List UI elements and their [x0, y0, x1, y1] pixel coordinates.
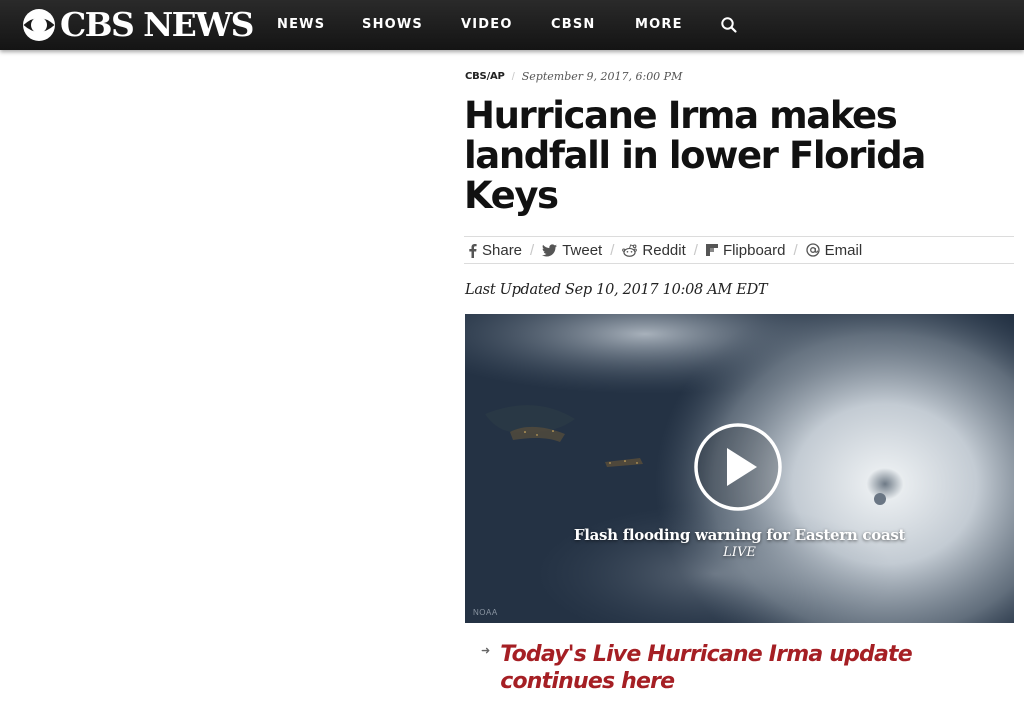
nav-shows[interactable]: SHOWS: [362, 17, 423, 32]
share-facebook-button[interactable]: Share: [468, 242, 522, 259]
play-icon[interactable]: [693, 422, 783, 512]
nav-news[interactable]: NEWS: [277, 17, 325, 32]
share-email-label: Email: [824, 241, 863, 259]
article-date: September 9, 2017, 6:00 PM: [521, 70, 683, 83]
arrow-right-icon: ➜: [481, 645, 491, 657]
share-reddit-label: Reddit: [642, 241, 686, 259]
top-navigation-bar: CBS NEWS NEWS SHOWS VIDEO CBSN MORE: [0, 0, 1024, 50]
twitter-icon: [542, 243, 558, 256]
search-icon[interactable]: [720, 16, 738, 34]
video-title: Flash flooding warning for Eastern coast: [573, 526, 906, 544]
nav-cbsn[interactable]: CBSN: [551, 17, 596, 32]
logo-text: CBS NEWS: [60, 5, 254, 44]
share-twitter-label: Tweet: [562, 241, 603, 259]
email-icon: [806, 243, 820, 257]
share-twitter-button[interactable]: Tweet: [542, 242, 602, 259]
video-live-label: LIVE: [723, 545, 756, 560]
byline-separator: /: [511, 70, 515, 83]
nav-more[interactable]: MORE: [635, 17, 683, 32]
share-email-button[interactable]: Email: [806, 241, 863, 259]
cbs-eye-icon: [23, 9, 55, 41]
article-headline: Hurricane Irma makes landfall in lower F…: [464, 94, 926, 217]
share-bar: Share / Tweet / Reddit / Flipboard / Ema…: [464, 236, 1014, 264]
share-separator: /: [610, 241, 615, 259]
share-reddit-button[interactable]: Reddit: [622, 241, 686, 259]
share-separator: /: [530, 241, 535, 259]
share-separator: /: [793, 241, 798, 259]
share-flipboard-label: Flipboard: [722, 241, 786, 259]
last-updated: Last Updated Sep 10, 2017 10:08 AM EDT: [465, 282, 768, 298]
video-credit: NOAA: [473, 608, 498, 617]
flipboard-icon: [705, 244, 718, 256]
share-flipboard-button[interactable]: Flipboard: [705, 241, 786, 259]
byline: CBS/AP / September 9, 2017, 6:00 PM: [465, 70, 682, 83]
article-source[interactable]: CBS/AP: [465, 71, 505, 82]
cbs-news-logo[interactable]: CBS NEWS: [22, 5, 254, 44]
share-facebook-label: Share: [482, 241, 523, 259]
nav-video[interactable]: VIDEO: [461, 17, 513, 32]
live-update-link[interactable]: Today's Live Hurricane Irma update conti…: [500, 641, 1011, 695]
live-update-link-row: ➜ Today's Live Hurricane Irma update con…: [481, 641, 1011, 695]
reddit-icon: [622, 243, 638, 257]
share-separator: /: [693, 241, 698, 259]
facebook-icon: [469, 243, 477, 258]
video-player[interactable]: Flash flooding warning for Eastern coast…: [465, 314, 1014, 623]
